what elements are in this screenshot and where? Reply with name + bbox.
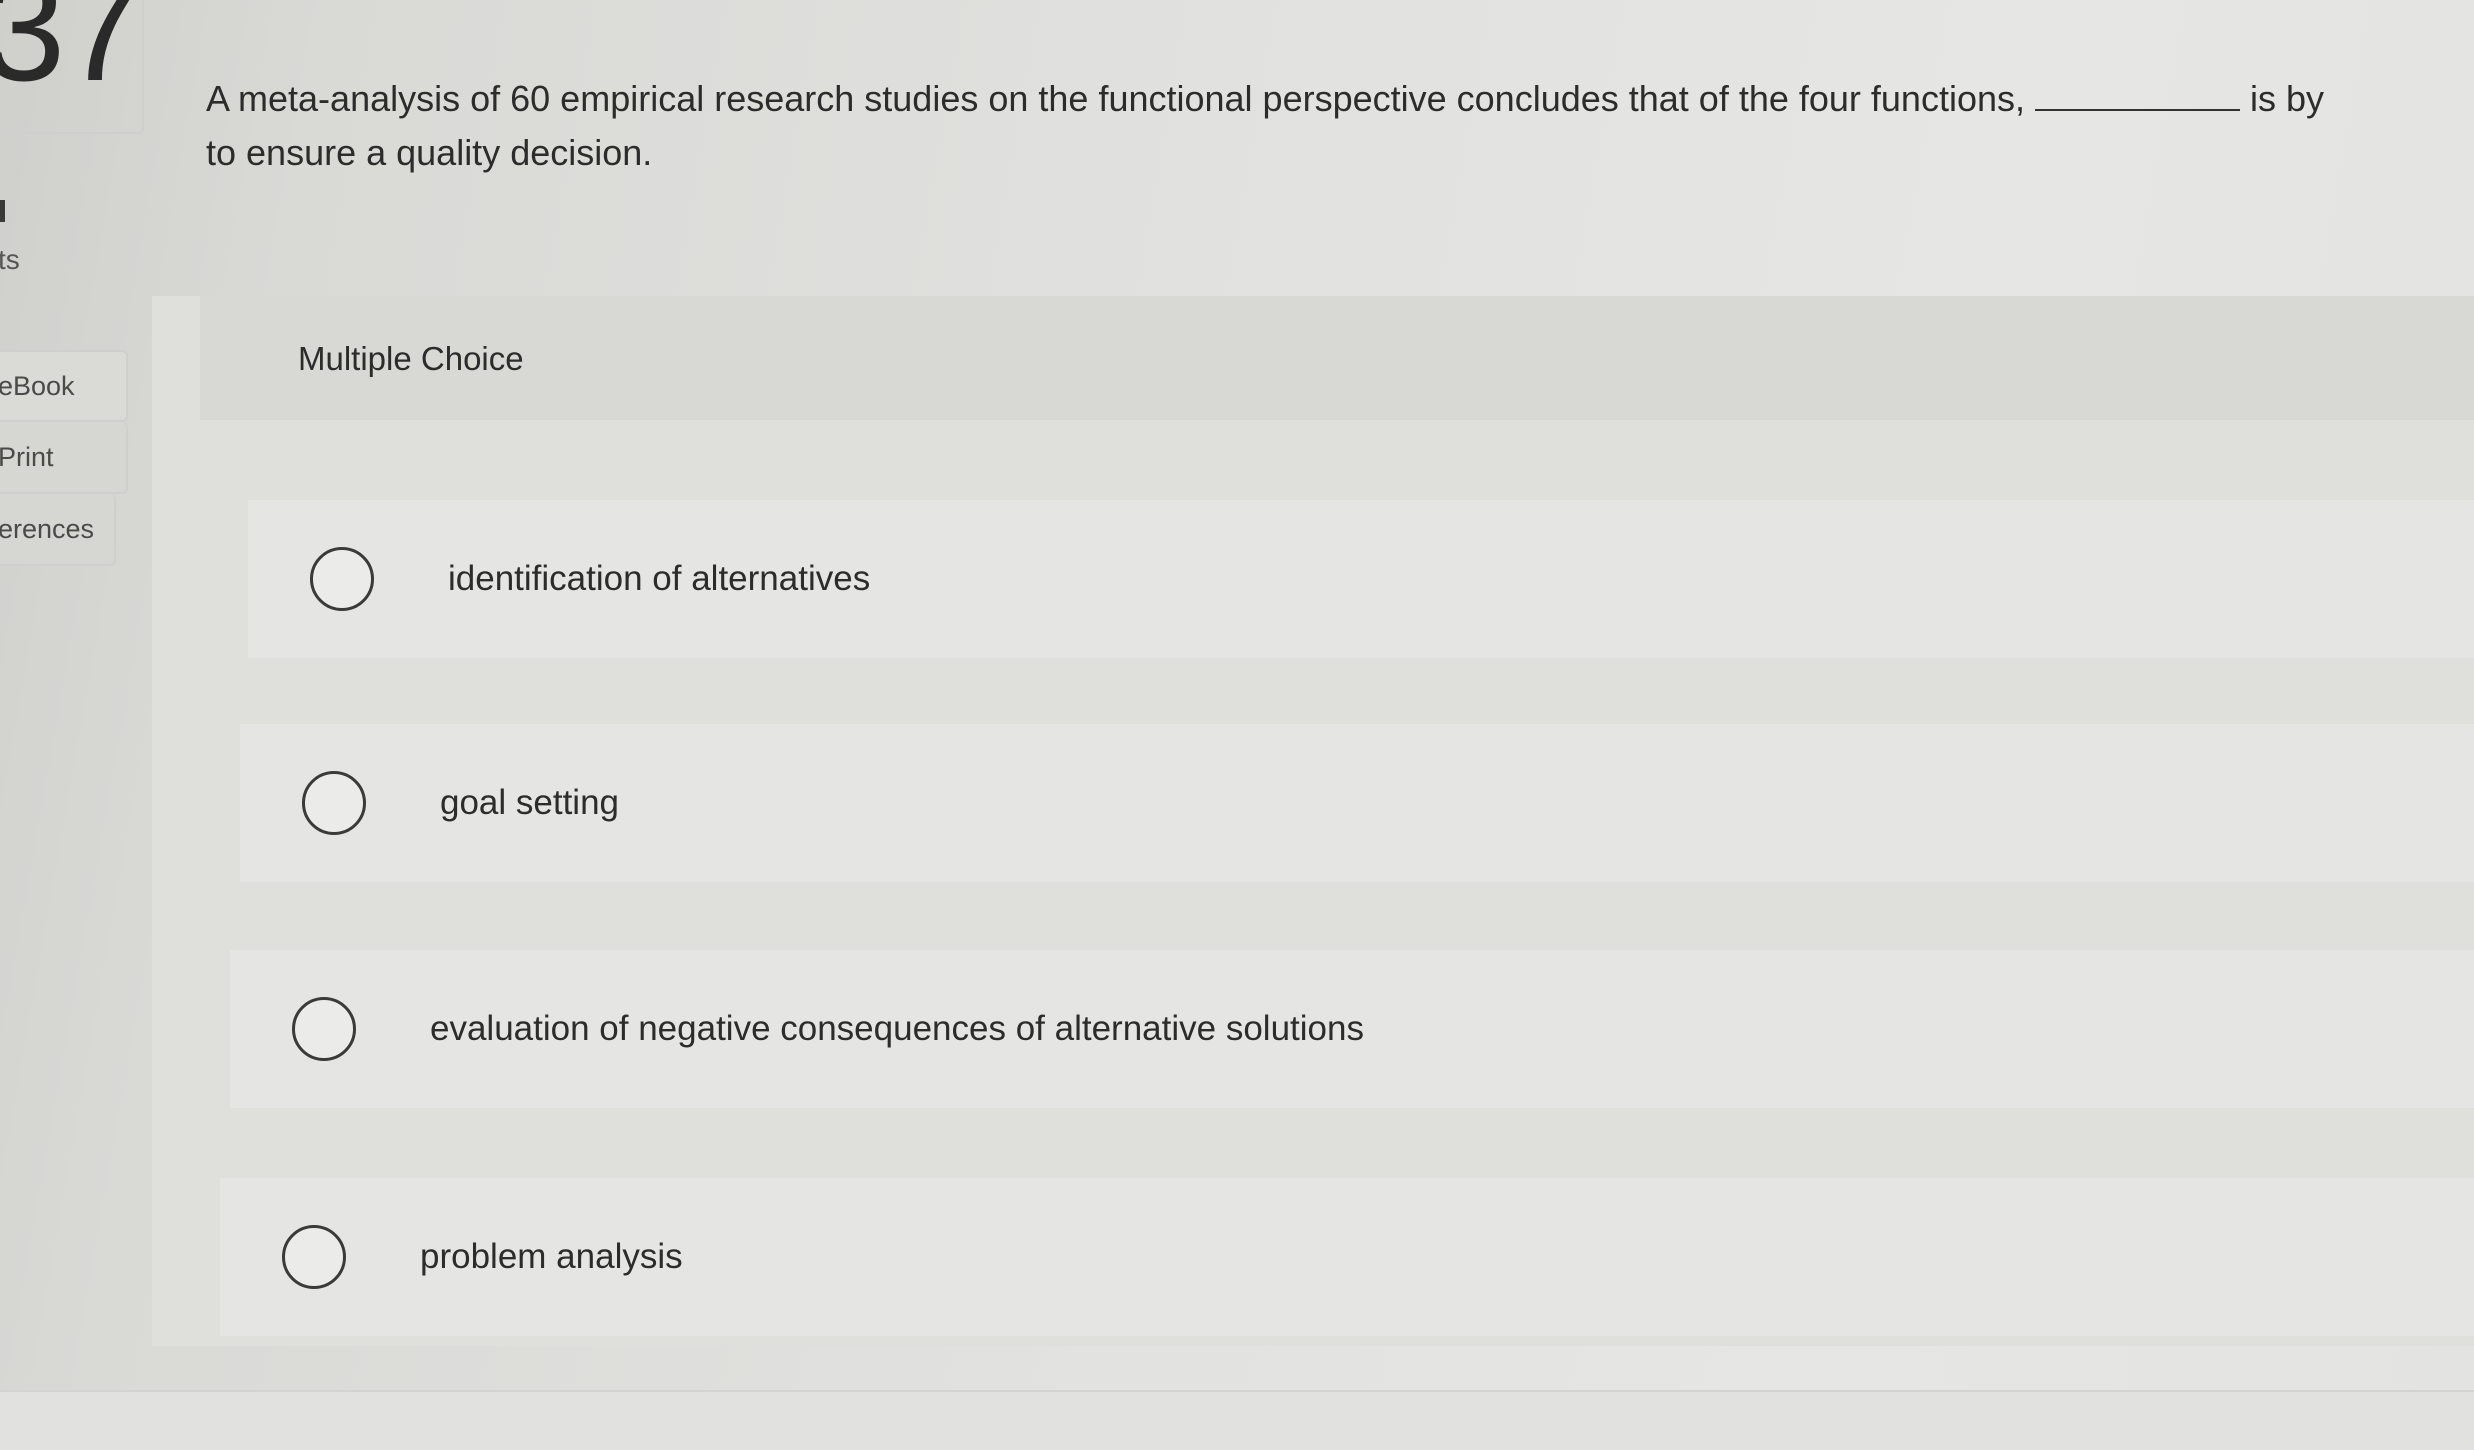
answer-option-1[interactable]: identification of alternatives bbox=[248, 500, 2474, 658]
ebook-button[interactable]: eBook bbox=[0, 350, 128, 422]
answer-option-4[interactable]: problem analysis bbox=[220, 1178, 2474, 1336]
radio-button-icon[interactable] bbox=[292, 997, 356, 1061]
radio-button-icon[interactable] bbox=[310, 547, 374, 611]
question-tools: eBook Print erences bbox=[0, 350, 128, 566]
question-text: A meta-analysis of 60 empirical research… bbox=[206, 72, 2474, 180]
question-text-part2: is by bbox=[2250, 78, 2325, 119]
page-footer-band bbox=[0, 1390, 2474, 1450]
answer-option-3[interactable]: evaluation of negative consequences of a… bbox=[230, 950, 2474, 1108]
answer-option-label: problem analysis bbox=[420, 1237, 683, 1276]
radio-button-icon[interactable] bbox=[302, 771, 366, 835]
references-label: erences bbox=[0, 513, 95, 544]
answer-blank bbox=[2035, 85, 2241, 111]
points-label: ts bbox=[0, 244, 20, 275]
answer-option-label: goal setting bbox=[440, 783, 620, 822]
question-text-part1: A meta-analysis of 60 empirical research… bbox=[206, 78, 2026, 119]
answer-option-label: evaluation of negative consequences of a… bbox=[430, 1009, 1364, 1048]
answer-panel-header bbox=[200, 296, 2474, 420]
points-value-fragment bbox=[0, 200, 5, 222]
ebook-label: eBook bbox=[0, 370, 75, 401]
print-label: Print bbox=[0, 441, 54, 472]
print-button[interactable]: Print bbox=[0, 422, 128, 494]
references-button[interactable]: erences bbox=[0, 494, 116, 566]
question-number: 37 bbox=[0, 0, 145, 112]
answer-option-label: identification of alternatives bbox=[448, 559, 871, 598]
question-type-label: Multiple Choice bbox=[298, 340, 524, 377]
radio-button-icon[interactable] bbox=[282, 1225, 346, 1289]
quiz-page: 37 ts eBook Print erences A meta-analysi… bbox=[0, 0, 2474, 1450]
answer-option-2[interactable]: goal setting bbox=[240, 724, 2474, 882]
question-text-line2: to ensure a quality decision. bbox=[206, 132, 653, 173]
